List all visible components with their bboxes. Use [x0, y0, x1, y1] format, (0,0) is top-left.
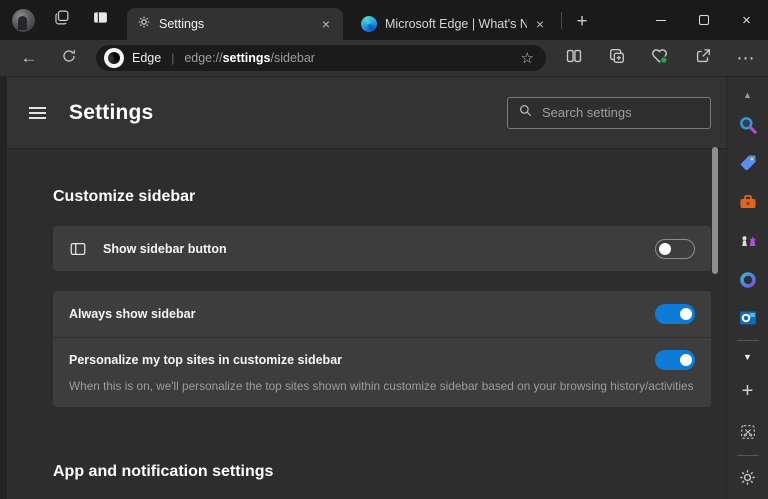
tab-actions-button[interactable]	[87, 7, 113, 33]
toggle-show-sidebar-button[interactable]	[655, 239, 695, 259]
window-controls: ×	[639, 0, 768, 40]
setting-description: When this is on, we'll personalize the t…	[69, 379, 695, 393]
refresh-button[interactable]	[53, 43, 85, 73]
heart-pulse-icon	[650, 46, 669, 70]
share-icon	[694, 47, 712, 70]
title-bar: Settings × Microsoft Edge | What's New ×…	[0, 0, 768, 40]
site-label: Edge	[132, 51, 161, 65]
section-title-app-notifications: App and notification settings	[53, 463, 711, 481]
content-area: Settings Customize sidebar	[0, 77, 768, 499]
minimize-button[interactable]	[639, 0, 682, 40]
outlook-icon	[738, 308, 758, 333]
toolbar-actions: ⋯	[558, 43, 761, 73]
setting-group-sidebar: Always show sidebar Personalize my top s…	[53, 291, 711, 407]
setting-row-show-sidebar-button[interactable]: Show sidebar button	[53, 226, 711, 271]
hamburger-icon	[29, 107, 46, 109]
shopping-tag-icon	[738, 153, 758, 178]
search-icon	[518, 103, 533, 123]
rail-games-button[interactable]	[727, 230, 768, 255]
games-chess-icon	[738, 230, 758, 255]
edge-logo-icon	[361, 16, 377, 32]
chevron-down-icon: ▼	[743, 352, 752, 362]
scrollbar-thumb[interactable]	[712, 147, 718, 274]
search-colored-icon	[738, 115, 758, 140]
rail-add-app-button[interactable]: +	[727, 381, 768, 401]
gear-icon	[738, 468, 757, 492]
rail-outlook-button[interactable]	[727, 308, 768, 333]
rail-divider	[737, 455, 759, 456]
menu-button[interactable]	[24, 100, 50, 126]
close-icon: ×	[742, 13, 751, 28]
page-title: Settings	[69, 101, 153, 125]
settings-more-button[interactable]: ⋯	[730, 43, 761, 73]
setting-label: Always show sidebar	[69, 307, 195, 321]
tab-settings[interactable]: Settings ×	[127, 8, 343, 40]
search-input[interactable]	[542, 105, 718, 120]
url-separator: |	[171, 51, 174, 65]
settings-search[interactable]	[507, 97, 711, 129]
tab-strip-divider	[561, 12, 562, 29]
toggle-always-show-sidebar[interactable]	[655, 304, 695, 324]
site-badge-icon	[104, 48, 124, 68]
rail-search-button[interactable]	[727, 115, 768, 140]
favorite-star-icon[interactable]: ☆	[521, 49, 534, 67]
profile-avatar[interactable]	[12, 9, 35, 32]
rail-shopping-button[interactable]	[727, 153, 768, 178]
tab-close-button[interactable]: ×	[533, 16, 547, 32]
settings-header: Settings	[7, 77, 726, 148]
setting-row-always-show-sidebar[interactable]: Always show sidebar	[53, 291, 711, 337]
setting-label: Personalize my top sites in customize si…	[69, 353, 342, 367]
browser-essentials-button[interactable]	[644, 43, 675, 73]
refresh-icon	[61, 48, 77, 69]
rail-expand-button[interactable]: ▼	[727, 352, 768, 362]
workspaces-icon	[53, 9, 70, 31]
minimize-icon	[656, 20, 666, 21]
tab-title: Settings	[159, 17, 313, 31]
address-bar[interactable]: Edge | edge://settings/sidebar ☆	[96, 45, 546, 71]
maximize-button[interactable]	[682, 0, 725, 40]
setting-label: Show sidebar button	[103, 242, 227, 256]
tab-actions-icon	[92, 9, 109, 31]
rail-screenshot-button[interactable]	[727, 423, 768, 446]
collections-icon	[608, 47, 626, 70]
section-title-customize-sidebar: Customize sidebar	[53, 188, 711, 206]
settings-page: Settings Customize sidebar	[7, 77, 726, 499]
settings-gear-icon	[137, 15, 151, 34]
navigation-toolbar: ← Edge | edge://settings/sidebar ☆	[0, 40, 768, 77]
maximize-icon	[699, 15, 709, 25]
sidebar-layout-icon	[69, 240, 87, 258]
rail-collapse-button[interactable]: ▲	[727, 90, 768, 100]
more-icon: ⋯	[737, 48, 755, 69]
url-text[interactable]: edge://settings/sidebar	[184, 51, 315, 65]
rail-microsoft-365-button[interactable]	[727, 270, 768, 295]
settings-body: Customize sidebar Show sidebar button Al…	[7, 148, 726, 499]
chevron-up-icon: ▲	[743, 90, 752, 100]
browser-window: Settings × Microsoft Edge | What's New ×…	[0, 0, 768, 499]
rail-settings-button[interactable]	[727, 468, 768, 492]
rail-divider	[737, 340, 759, 341]
tab-title: Microsoft Edge | What's New	[385, 17, 527, 31]
tab-close-button[interactable]: ×	[319, 16, 333, 32]
collections-button[interactable]	[601, 43, 632, 73]
setting-row-personalize-top-sites[interactable]: Personalize my top sites in customize si…	[53, 338, 711, 407]
rail-tools-button[interactable]	[727, 192, 768, 217]
split-screen-icon	[565, 47, 583, 70]
edge-sidebar-rail: ▲	[726, 77, 768, 499]
toolbox-icon	[738, 192, 758, 217]
back-button[interactable]: ←	[13, 43, 45, 73]
microsoft-365-icon	[738, 270, 758, 295]
left-edge-strip	[0, 77, 7, 499]
toggle-personalize-top-sites[interactable]	[655, 350, 695, 370]
new-tab-button[interactable]: +	[568, 8, 596, 36]
close-button[interactable]: ×	[725, 0, 768, 40]
plus-icon: +	[742, 381, 754, 401]
workspaces-button[interactable]	[48, 7, 74, 33]
tab-whats-new[interactable]: Microsoft Edge | What's New ×	[351, 8, 557, 40]
share-button[interactable]	[687, 43, 718, 73]
screenshot-snip-icon	[739, 423, 757, 446]
back-icon: ←	[21, 48, 38, 68]
split-screen-button[interactable]	[558, 43, 589, 73]
